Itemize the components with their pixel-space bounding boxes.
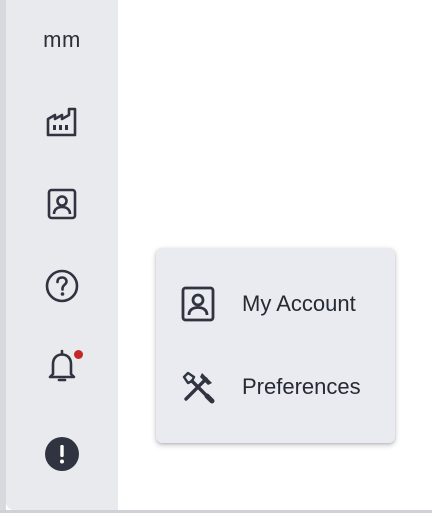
app-frame: mm My Account Preferences [0, 0, 432, 513]
menu-item-label: My Account [242, 291, 356, 316]
tools-icon [180, 369, 216, 405]
user-avatar[interactable]: mm [6, 22, 118, 58]
notification-dot [74, 350, 83, 359]
sidebar-item-account[interactable] [6, 184, 118, 224]
sidebar-item-factory[interactable] [6, 102, 118, 142]
menu-item-preferences[interactable]: Preferences [156, 358, 395, 416]
account-box-icon [180, 286, 216, 322]
menu-item-my-account[interactable]: My Account [156, 275, 395, 333]
avatar-initials: mm [43, 27, 81, 52]
account-menu: My Account Preferences [156, 248, 395, 443]
help-circle-icon [44, 268, 80, 304]
menu-item-label: Preferences [242, 374, 361, 399]
alert-circle-icon [44, 436, 80, 472]
sidebar-item-alerts[interactable] [6, 434, 118, 474]
account-box-icon [44, 186, 80, 222]
sidebar: mm [6, 0, 118, 510]
factory-icon [44, 104, 80, 140]
sidebar-item-help[interactable] [6, 266, 118, 306]
sidebar-item-notifications[interactable] [6, 346, 118, 386]
